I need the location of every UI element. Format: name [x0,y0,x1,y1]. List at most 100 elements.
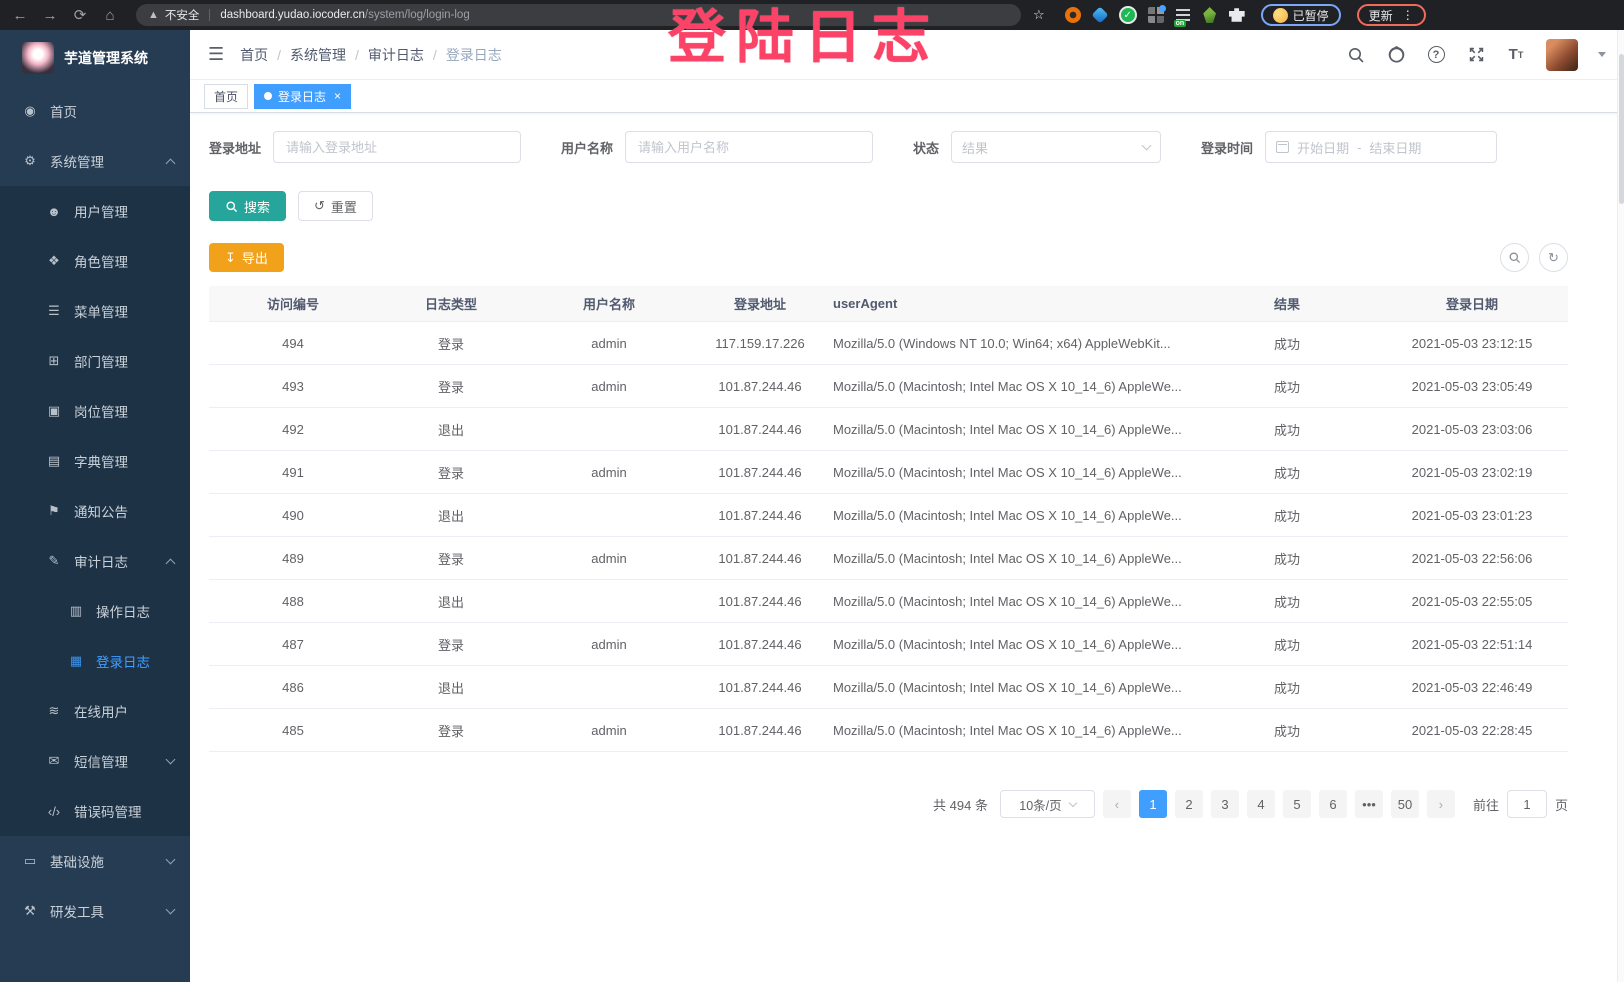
pagination-page-6[interactable]: 6 [1319,790,1347,818]
app-logo-row[interactable]: 芋道管理系统 [0,30,190,86]
help-icon[interactable]: ? [1426,45,1446,65]
sidebar-item-error-codes[interactable]: ‹/›错误码管理 [0,786,190,836]
tab-首页[interactable]: 首页 [204,84,248,109]
pagination-page-1[interactable]: 1 [1139,790,1167,818]
filter-actions: 搜索 ↺ 重置 [209,191,1568,221]
search-button[interactable]: 搜索 [209,191,286,221]
extension-orange-icon[interactable] [1065,7,1081,23]
pagination-page-3[interactable]: 3 [1211,790,1239,818]
chevron-up-icon [166,158,176,168]
bookmark-star-icon[interactable]: ☆ [1033,7,1045,23]
breadcrumb-item[interactable]: 首页 [240,45,268,65]
table-cell: admin [525,637,693,652]
sidebar-item-home[interactable]: ◉首页 [0,86,190,136]
pagination-page-2[interactable]: 2 [1175,790,1203,818]
user-menu-caret-icon[interactable] [1598,52,1606,57]
column-header: 用户名称 [525,294,693,313]
login-address-input[interactable] [273,131,521,163]
close-icon[interactable]: × [334,89,341,103]
page-scrollbar[interactable] [1617,30,1624,982]
table-cell: 成功 [1198,678,1376,697]
sidebar-item-label: 岗位管理 [74,401,128,421]
extension-green-check-icon[interactable]: ✓ [1119,6,1137,24]
profile-emoji-icon [1273,8,1288,23]
browser-update-button[interactable]: 更新 ⋮ [1357,4,1426,26]
profile-paused-button[interactable]: 已暂停 [1261,4,1341,26]
extension-plant-icon[interactable] [1202,7,1218,23]
hammer-icon: ⚒ [22,903,38,919]
page-size-select[interactable]: 10条/页 [1000,790,1095,818]
page-size-value: 10条/页 [1019,795,1061,814]
sidebar-item-label: 部门管理 [74,351,128,371]
export-button[interactable]: ↧ 导出 [209,243,284,272]
sidebar-item-users[interactable]: ☻用户管理 [0,186,190,236]
browser-menu-icon[interactable]: ⋮ [1402,8,1414,22]
sidebar-item-system[interactable]: ⚙系统管理 [0,136,190,186]
badge-icon: ▣ [46,403,62,419]
tab-登录日志[interactable]: 登录日志× [254,84,351,109]
sidebar-item-dictionary[interactable]: ▤字典管理 [0,436,190,486]
browser-forward-button[interactable]: → [38,3,62,27]
sidebar-item-posts[interactable]: ▣ 岗位管理 [0,386,190,436]
sidebar-item-roles[interactable]: ❖角色管理 [0,236,190,286]
breadcrumb-separator: / [277,47,281,63]
fullscreen-icon[interactable] [1466,45,1486,65]
sidebar-item-sms[interactable]: ✉短信管理 [0,736,190,786]
scrollbar-thumb[interactable] [1619,54,1624,204]
sidebar-item-departments[interactable]: ⊞部门管理 [0,336,190,386]
sidebar-item-dev-tools[interactable]: ⚒研发工具 [0,886,190,936]
pagination-page-4[interactable]: 4 [1247,790,1275,818]
table-cell: Mozilla/5.0 (Macintosh; Intel Mac OS X 1… [827,379,1198,394]
browser-home-button[interactable]: ⌂ [98,3,122,27]
extension-list-on-icon[interactable]: on [1175,7,1191,23]
github-icon[interactable] [1386,45,1406,65]
user-avatar[interactable] [1546,39,1578,71]
sidebar-collapse-icon[interactable]: ☰ [208,44,224,65]
table-row: 488退出101.87.244.46Mozilla/5.0 (Macintosh… [209,580,1568,623]
pagination-more[interactable]: ••• [1355,790,1383,818]
tag-label: 首页 [214,88,238,105]
toggle-search-button[interactable] [1500,243,1529,272]
sidebar-item-operation-log[interactable]: ▥操作日志 [0,586,190,636]
username-input[interactable] [625,131,873,163]
extensions-puzzle-icon[interactable] [1229,7,1245,23]
browser-reload-button[interactable]: ⟳ [68,3,92,27]
address-bar[interactable]: ▲ 不安全 dashboard.yudao.iocoder.cn/system/… [136,4,1021,26]
date-range-picker[interactable]: 开始日期 - 结束日期 [1265,131,1497,163]
browser-back-button[interactable]: ← [8,3,32,27]
page-content: 登录地址 用户名称 状态 结果 登录时间 [190,113,1624,982]
sidebar-item-label: 字典管理 [74,451,128,471]
table-cell: 101.87.244.46 [693,422,827,437]
sidebar-item-login-log[interactable]: ▦登录日志 [0,636,190,686]
font-size-icon[interactable]: TT [1506,45,1526,65]
breadcrumb-item[interactable]: 系统管理 [290,45,346,65]
prev-page-button[interactable]: ‹ [1103,790,1131,818]
filter-login-address: 登录地址 [209,131,521,163]
reset-button[interactable]: ↺ 重置 [298,191,373,221]
next-page-button[interactable]: › [1427,790,1455,818]
extension-grid-icon[interactable] [1148,7,1164,23]
total-count: 共 494 条 [933,795,988,814]
pagination-page-5[interactable]: 5 [1283,790,1311,818]
sidebar-item-infrastructure[interactable]: ▭基础设施 [0,836,190,886]
breadcrumb-item[interactable]: 审计日志 [368,45,424,65]
table-cell: 101.87.244.46 [693,379,827,394]
goto-page-input[interactable] [1507,790,1547,818]
search-icon[interactable] [1346,45,1366,65]
sidebar-item-menus[interactable]: ☰菜单管理 [0,286,190,336]
extension-gem-icon[interactable] [1091,7,1108,24]
refresh-table-button[interactable]: ↻ [1539,243,1568,272]
chevron-down-icon [166,855,176,865]
chevron-down-icon [1142,141,1152,151]
browser-toolbar: ← → ⟳ ⌂ ▲ 不安全 dashboard.yudao.iocoder.cn… [0,0,1624,30]
pagination-page-50[interactable]: 50 [1391,790,1419,818]
table-cell: 101.87.244.46 [693,680,827,695]
sidebar-item-notices[interactable]: ⚑通知公告 [0,486,190,536]
status-select[interactable]: 结果 [951,131,1161,163]
sidebar-item-audit-logs[interactable]: ✎审计日志 [0,536,190,586]
announce-icon: ⚑ [46,503,62,519]
table-row: 486退出101.87.244.46Mozilla/5.0 (Macintosh… [209,666,1568,709]
paused-label: 已暂停 [1293,7,1329,24]
sidebar-item-online-users[interactable]: ≋在线用户 [0,686,190,736]
table-cell: Mozilla/5.0 (Macintosh; Intel Mac OS X 1… [827,637,1198,652]
